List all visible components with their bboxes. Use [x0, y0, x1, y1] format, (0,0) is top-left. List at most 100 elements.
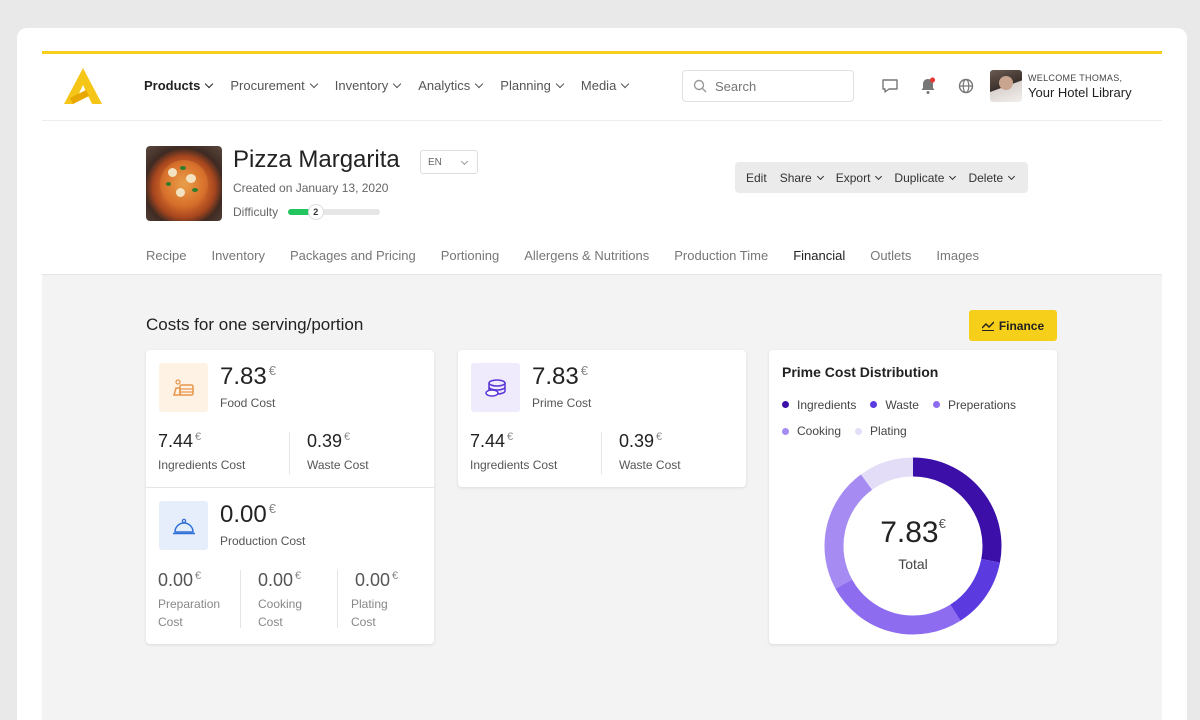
- nav-products[interactable]: Products: [144, 78, 214, 93]
- food-tray-icon: [172, 378, 194, 396]
- food-cost-amount: 7.83: [220, 363, 267, 390]
- label-line: Plating: [351, 597, 388, 611]
- prime-cost-card: 7.83 € Prime Cost 7.44 € Ingredients Cost …: [458, 350, 746, 487]
- chart-legend: Ingredients Waste Preperations Cooking Plati…: [782, 395, 1052, 448]
- hotel-name: Your Hotel Library: [1028, 84, 1132, 100]
- donut-slice-preperations[interactable]: [835, 579, 961, 635]
- chevron-down-icon: [309, 79, 319, 89]
- export-button[interactable]: Export: [831, 171, 887, 185]
- plating-cost-amount: 0.00: [355, 570, 391, 590]
- cooking-cost-value: 0.00 €: [258, 570, 301, 591]
- preparation-cost-label: Preparation Cost: [158, 595, 220, 631]
- waste-cost-value: 0.39 €: [307, 431, 350, 452]
- difficulty-label: Difficulty: [233, 205, 279, 219]
- search-box[interactable]: [682, 70, 854, 102]
- finance-label: Finance: [998, 318, 1045, 333]
- chart-title: Prime Cost Distribution: [782, 364, 939, 380]
- currency-symbol: €: [268, 363, 276, 378]
- chevron-down-icon: [949, 172, 957, 180]
- production-cost-tile: [159, 501, 208, 550]
- chevron-down-icon: [621, 79, 630, 89]
- difficulty-track: 2: [288, 204, 381, 220]
- legend-item: Ingredients: [782, 398, 856, 412]
- currency-symbol: €: [580, 363, 588, 378]
- avatar[interactable]: [990, 70, 1022, 102]
- prime-cost-amount: 7.83: [532, 363, 579, 390]
- production-cost-amount: 0.00: [220, 501, 267, 528]
- prime-waste-cost-label: Waste Cost: [619, 458, 681, 472]
- globe-icon[interactable]: [956, 76, 976, 96]
- cloche-icon: [172, 518, 195, 534]
- action-label: Export: [835, 170, 871, 185]
- donut-total-amount: 7.83: [880, 516, 939, 549]
- notification-bell-icon[interactable]: [918, 76, 938, 96]
- label-line: Preparation: [158, 597, 221, 611]
- tab-packages-and-pricing[interactable]: Packages and Pricing: [290, 248, 416, 277]
- action-label: Duplicate: [894, 170, 945, 185]
- legend-item: Preperations: [932, 398, 1016, 412]
- prime-ingredients-cost-value: 7.44 €: [470, 431, 513, 452]
- action-label: Edit: [746, 170, 767, 185]
- finance-button[interactable]: Finance: [969, 310, 1057, 341]
- nav-inventory[interactable]: Inventory: [334, 78, 402, 93]
- nav-label: Procurement: [230, 78, 305, 93]
- preparation-cost-amount: 0.00: [158, 570, 194, 590]
- tab-outlets[interactable]: Outlets: [870, 248, 911, 277]
- user-menu[interactable]: WELCOME THOMAS, Your Hotel Library: [990, 70, 1132, 102]
- search-input[interactable]: [715, 78, 845, 94]
- difficulty-knob: 2: [307, 204, 324, 220]
- language-select[interactable]: EN: [420, 150, 478, 174]
- edit-button[interactable]: Edit: [741, 171, 772, 185]
- legend-swatch: [782, 401, 789, 408]
- tab-images[interactable]: Images: [936, 248, 979, 277]
- legend-label: Cooking: [797, 424, 842, 438]
- divider: [601, 432, 602, 474]
- donut-total-label: Total: [898, 556, 928, 572]
- nav-planning[interactable]: Planning: [500, 78, 565, 93]
- currency-symbol: €: [344, 431, 351, 443]
- currency-symbol: €: [268, 501, 276, 516]
- chat-icon[interactable]: [880, 76, 900, 96]
- legend-item: Waste: [870, 398, 919, 412]
- production-cost-label: Production Cost: [220, 534, 306, 548]
- legend-label: Waste: [885, 397, 919, 412]
- created-date: Created on January 13, 2020: [233, 181, 389, 195]
- tab-financial[interactable]: Financial: [793, 248, 846, 277]
- duplicate-button[interactable]: Duplicate: [889, 171, 960, 185]
- tab-inventory[interactable]: Inventory: [211, 248, 264, 277]
- nav-procurement[interactable]: Procurement: [230, 78, 319, 93]
- tab-production-time[interactable]: Production Time: [674, 248, 768, 277]
- search-icon: [693, 79, 707, 93]
- user-info: WELCOME THOMAS, Your Hotel Library: [1028, 73, 1132, 100]
- divider: [240, 570, 241, 628]
- preparation-cost-value: 0.00 €: [158, 570, 201, 591]
- header-icons: [880, 76, 976, 96]
- tab-recipe[interactable]: Recipe: [146, 248, 186, 277]
- coins-icon: [484, 378, 506, 397]
- action-label: Delete: [968, 170, 1004, 185]
- nav-analytics[interactable]: Analytics: [418, 78, 484, 93]
- currency-symbol: €: [195, 570, 202, 582]
- share-button[interactable]: Share: [775, 171, 828, 185]
- delete-button[interactable]: Delete: [963, 171, 1019, 185]
- cooking-cost-amount: 0.00: [258, 570, 294, 590]
- divider: [337, 570, 338, 628]
- ingredients-cost-label: Ingredients Cost: [158, 458, 246, 472]
- divider: [289, 432, 290, 474]
- nav-label: Inventory: [334, 78, 389, 93]
- currency-symbol: €: [656, 431, 663, 443]
- label-line: Cost: [351, 615, 376, 629]
- donut-slice-plating[interactable]: [860, 457, 914, 490]
- label-line: Cost: [158, 615, 183, 629]
- difficulty-indicator: Difficulty 2: [233, 204, 381, 220]
- tab-portioning[interactable]: Portioning: [441, 248, 500, 277]
- nav-media[interactable]: Media: [581, 78, 630, 93]
- currency-symbol: €: [938, 516, 946, 531]
- prime-cost-value: 7.83 €: [532, 363, 588, 391]
- prime-cost-tile: [471, 363, 520, 412]
- legend-label: Ingredients: [797, 397, 857, 412]
- brand-logo-icon[interactable]: [64, 68, 102, 104]
- tab-allergens-nutritions[interactable]: Allergens & Nutritions: [524, 248, 649, 277]
- prime-ingredients-amount: 7.44: [470, 431, 506, 451]
- currency-symbol: €: [195, 431, 202, 443]
